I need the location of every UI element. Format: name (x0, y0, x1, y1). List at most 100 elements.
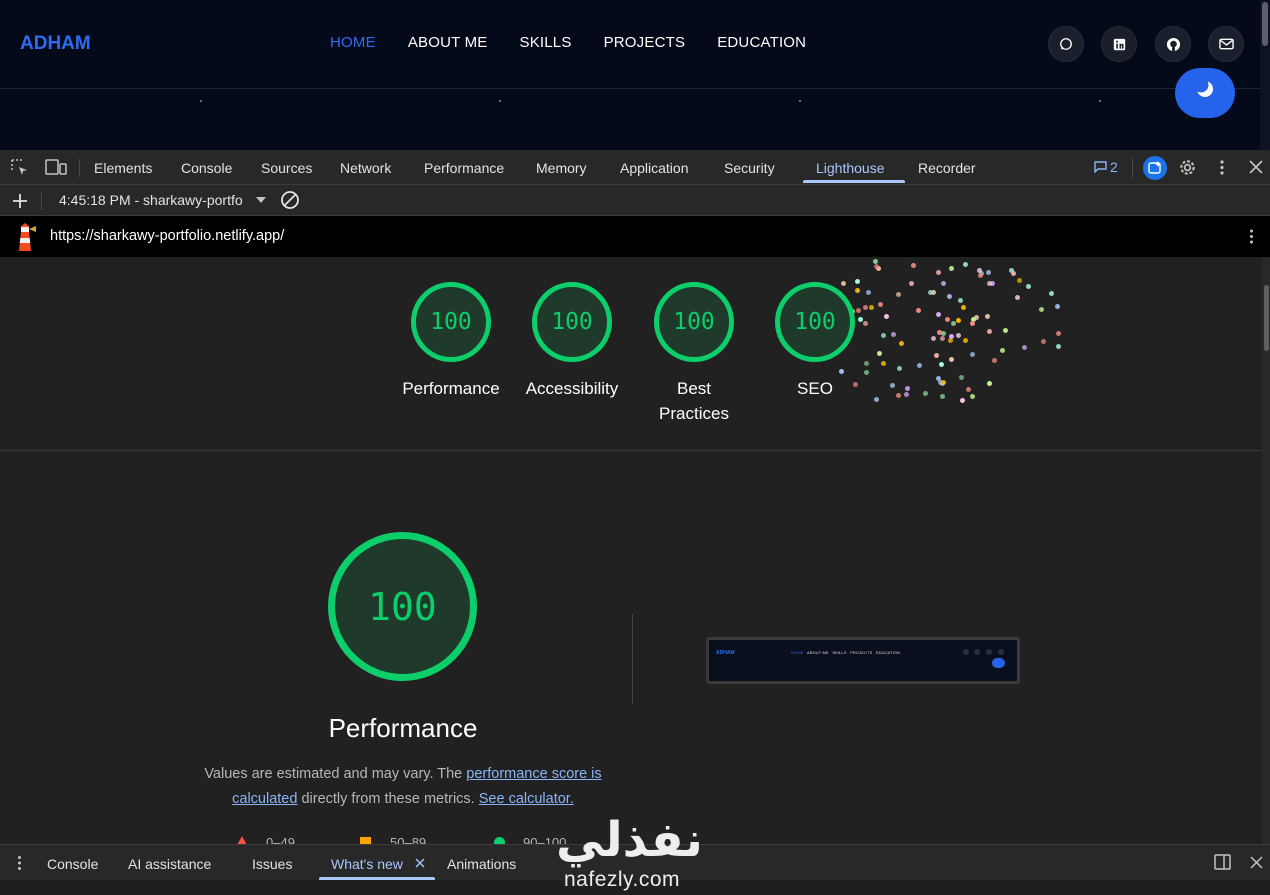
dock-side-icon[interactable] (1214, 854, 1231, 870)
nav-about-me[interactable]: ABOUT ME (408, 34, 488, 51)
confetti-dot (854, 288, 860, 294)
confetti-dot (969, 351, 975, 357)
clear-reports-icon[interactable] (280, 190, 300, 210)
page-scrollbar[interactable] (1260, 0, 1270, 150)
confetti-dot (1025, 283, 1031, 289)
confetti-dot (956, 332, 962, 338)
final-screenshot-thumbnail[interactable]: ADHAM HOME ABOUT ME SKILLS PROJECTS EDUC… (706, 637, 1020, 684)
settings-gear-icon[interactable] (1178, 158, 1197, 177)
nav-skills[interactable]: SKILLS (519, 34, 571, 51)
confetti-dot (881, 332, 887, 338)
star-dot (1099, 100, 1101, 102)
drawer-menu-icon[interactable] (17, 855, 22, 871)
close-tab-icon[interactable] (415, 858, 425, 868)
legend-average: 50–89 (390, 835, 427, 844)
more-options-icon[interactable] (1219, 159, 1225, 176)
confetti-dot (903, 391, 909, 397)
report-menu-icon[interactable] (1249, 228, 1254, 245)
confetti-dot (868, 305, 874, 311)
watermark-latin: nafezly.com (564, 868, 680, 891)
lighthouse-report: 100 Performance 100 Accessibility 100 Be… (0, 257, 1270, 844)
theme-toggle-button[interactable] (1175, 68, 1235, 118)
drawer-tab-animations[interactable]: Animations (447, 856, 516, 872)
performance-description: Values are estimated and may vary. The p… (204, 766, 602, 807)
confetti-dot (986, 280, 992, 286)
chevron-down-icon[interactable] (256, 197, 266, 203)
confetti-dot (881, 360, 887, 366)
confetti-dot (977, 272, 983, 278)
score-gauge-performance[interactable]: 100 (411, 282, 491, 362)
confetti-dot (889, 382, 895, 388)
tab-elements[interactable]: Elements (94, 160, 152, 176)
device-toolbar-icon[interactable] (45, 159, 67, 176)
thumb-nav: HOME ABOUT ME SKILLS PROJECTS EDUCATION (791, 650, 901, 655)
confetti-dot (1056, 344, 1062, 350)
whatsapp-button[interactable] (1048, 26, 1084, 62)
pass-circle-icon (494, 837, 505, 844)
new-report-plus-icon[interactable] (12, 193, 28, 209)
confetti-dot (866, 290, 872, 296)
confetti-dot (973, 315, 979, 321)
tab-network[interactable]: Network (340, 160, 391, 176)
confetti-dot (970, 394, 976, 400)
nav-projects[interactable]: PROJECTS (604, 34, 686, 51)
messages-counter[interactable]: 2 (1094, 159, 1118, 175)
confetti-dot (950, 321, 956, 327)
tab-memory[interactable]: Memory (536, 160, 587, 176)
confetti-dot (1039, 307, 1045, 313)
see-calculator-link[interactable]: See calculator. (479, 791, 574, 807)
report-select[interactable]: 4:45:18 PM - sharkawy-portfo (59, 192, 249, 208)
confetti-dot (958, 298, 964, 304)
report-url[interactable]: https://sharkawy-portfolio.netlify.app/ (50, 228, 284, 244)
drawer-tab-console[interactable]: Console (47, 856, 98, 872)
tab-recorder[interactable]: Recorder (918, 160, 976, 176)
confetti-dot (922, 391, 928, 397)
message-icon (1094, 161, 1107, 173)
tab-sources[interactable]: Sources (261, 160, 312, 176)
score-gauge-accessibility[interactable]: 100 (532, 282, 612, 362)
confetti-dot (863, 370, 869, 376)
score-label-performance: Performance (402, 379, 500, 398)
tab-console[interactable]: Console (181, 160, 232, 176)
confetti-dot (908, 281, 914, 287)
confetti-dot (941, 280, 947, 286)
github-icon (1166, 37, 1180, 51)
drawer-tab-ai-assistance[interactable]: AI assistance (128, 856, 211, 872)
score-label-best-practices: Best Practices (659, 379, 729, 423)
drawer-tab-issues[interactable]: Issues (252, 856, 292, 872)
mail-button[interactable] (1208, 26, 1244, 62)
confetti-dot (862, 321, 868, 327)
score-label-accessibility: Accessibility (525, 379, 619, 398)
mail-icon (1218, 38, 1234, 50)
ai-assistant-button[interactable] (1143, 156, 1167, 180)
close-drawer-icon[interactable] (1250, 856, 1263, 869)
ai-sparkle-icon (1148, 161, 1161, 174)
confetti-dot (864, 360, 870, 366)
score-gauge-best-practices[interactable]: 100 (654, 282, 734, 362)
score-label-seo: SEO (797, 379, 833, 398)
linkedin-button[interactable] (1101, 26, 1137, 62)
tab-lighthouse[interactable]: Lighthouse (816, 160, 885, 176)
average-square-icon (360, 837, 371, 844)
confetti-dot (966, 386, 972, 392)
github-button[interactable] (1155, 26, 1191, 62)
close-devtools-icon[interactable] (1249, 160, 1263, 174)
nav-education[interactable]: EDUCATION (717, 34, 806, 51)
confetti-dot (940, 394, 946, 400)
confetti-dot (1014, 294, 1020, 300)
active-tab-indicator (803, 180, 905, 183)
nav-home[interactable]: HOME (330, 34, 376, 51)
lighthouse-logo-icon (19, 223, 36, 251)
score-value: 100 (673, 309, 715, 335)
confetti-dot (931, 290, 937, 296)
site-logo[interactable]: ADHAM (20, 33, 91, 55)
tab-security[interactable]: Security (724, 160, 775, 176)
inspect-element-icon[interactable] (11, 159, 29, 177)
confetti-dot (931, 336, 937, 342)
tab-application[interactable]: Application (620, 160, 689, 176)
tab-performance[interactable]: Performance (424, 160, 504, 176)
report-scrollbar[interactable] (1262, 257, 1270, 844)
confetti-dot (944, 317, 950, 323)
score-gauge-seo[interactable]: 100 (775, 282, 855, 362)
drawer-tab-whats-new[interactable]: What's new (331, 856, 403, 872)
